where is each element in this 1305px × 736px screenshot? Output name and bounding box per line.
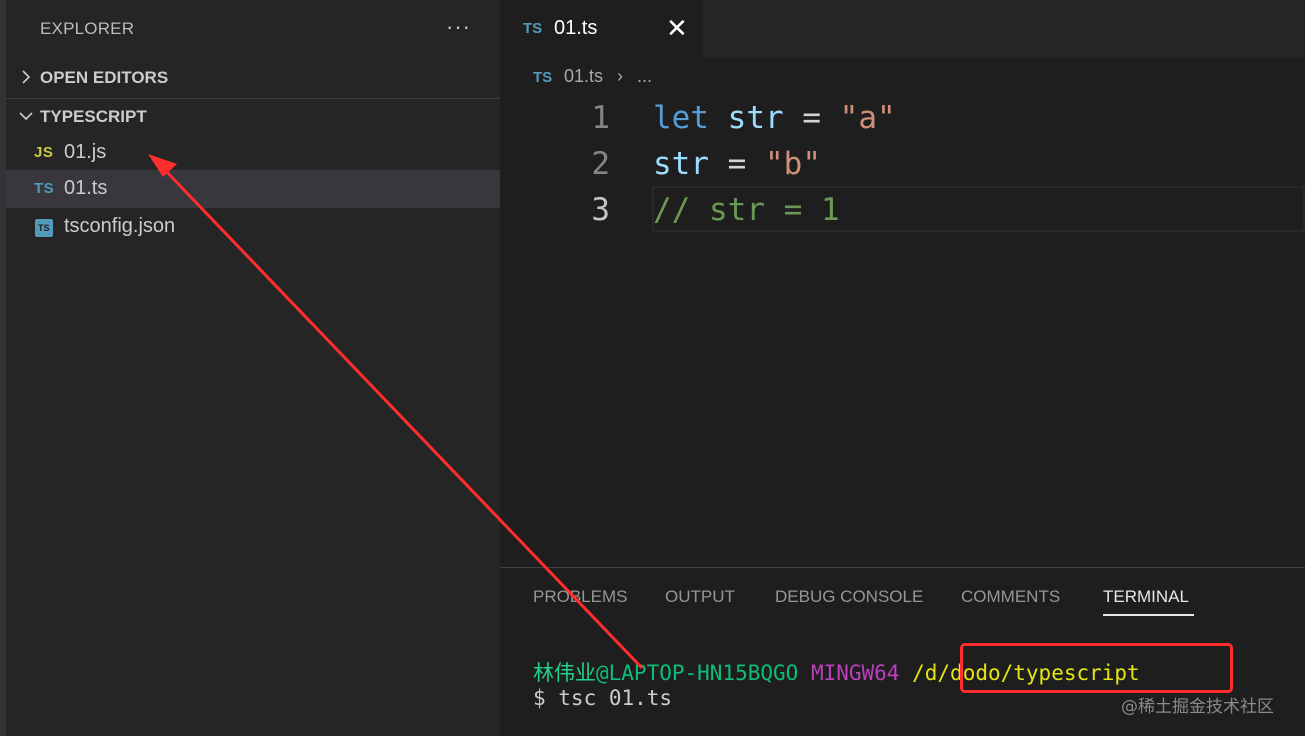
tab-01-ts[interactable]: TS 01.ts ✕ — [500, 0, 702, 58]
line-number: 2 — [591, 146, 610, 182]
close-icon[interactable]: ✕ — [666, 14, 688, 42]
file-name: tsconfig.json — [64, 215, 176, 237]
terminal-user: 林伟业 — [533, 661, 596, 685]
line-number: 1 — [591, 100, 610, 136]
breadcrumb-file[interactable]: 01.ts — [564, 66, 603, 87]
file-item-01-js[interactable]: JS 01.js — [6, 134, 500, 172]
code-line-current: 3 // str = 1 — [500, 186, 1305, 234]
file-name: 01.js — [64, 141, 107, 163]
comment-token: // str = 1 — [653, 192, 840, 228]
string-token: "b" — [765, 146, 821, 182]
code-line: 1 let str = "a" — [500, 96, 1305, 142]
file-name: 01.ts — [64, 177, 108, 199]
chevron-down-icon — [19, 112, 33, 121]
tab-problems[interactable]: PROBLEMS — [533, 587, 627, 607]
active-tab-indicator — [1103, 614, 1194, 616]
code-line: 2 str = "b" — [500, 142, 1305, 188]
keyword-token: let — [653, 100, 709, 136]
section-label: OPEN EDITORS — [40, 68, 169, 87]
variable-token: str — [727, 100, 784, 136]
tab-debug-console[interactable]: DEBUG CONSOLE — [775, 587, 923, 607]
operator-token: = — [783, 100, 840, 136]
breadcrumb-symbols[interactable]: ... — [637, 66, 652, 87]
tab-comments[interactable]: COMMENTS — [961, 587, 1060, 607]
more-icon[interactable]: ··· — [446, 12, 471, 42]
typescript-file-icon: TS — [533, 69, 553, 86]
line-source: str = "b" — [653, 146, 821, 182]
breadcrumb-separator: › — [617, 66, 623, 86]
explorer-sidebar: EXPLORER ··· OPEN EDITORS TYPESCRIPT JS … — [0, 0, 500, 736]
file-item-tsconfig[interactable]: TS tsconfig.json — [6, 208, 500, 246]
tsconfig-icon-text: TS — [38, 223, 50, 233]
section-open-editors[interactable]: OPEN EDITORS — [6, 60, 500, 94]
editor-tab-bar: TS 01.ts ✕ — [500, 0, 1305, 58]
file-item-01-ts[interactable]: TS 01.ts — [6, 170, 500, 208]
section-typescript-folder[interactable]: TYPESCRIPT — [6, 98, 500, 132]
line-source: let str = "a" — [653, 100, 896, 136]
typescript-file-icon: TS — [523, 20, 543, 37]
variable-token: str — [653, 146, 709, 182]
typescript-file-icon: TS — [34, 180, 55, 197]
tab-terminal[interactable]: TERMINAL — [1103, 587, 1189, 607]
watermark: @稀土掘金技术社区 — [1121, 697, 1274, 717]
terminal-command-line[interactable]: $ tsc 01.ts — [533, 686, 672, 710]
string-token: "a" — [839, 100, 896, 136]
section-label: TYPESCRIPT — [40, 107, 147, 126]
tsconfig-file-icon: TS — [35, 219, 53, 237]
explorer-title: EXPLORER — [40, 19, 135, 38]
terminal-host: @LAPTOP-HN15BQGO — [596, 661, 799, 685]
operator-token: = — [709, 146, 765, 182]
chevron-right-icon — [22, 70, 31, 84]
tab-output[interactable]: OUTPUT — [665, 587, 735, 607]
annotation-highlight-box — [960, 643, 1233, 693]
terminal-system: MINGW64 — [810, 661, 900, 685]
line-number: 3 — [591, 192, 610, 228]
javascript-file-icon: JS — [34, 144, 54, 161]
tab-label: 01.ts — [554, 17, 598, 39]
